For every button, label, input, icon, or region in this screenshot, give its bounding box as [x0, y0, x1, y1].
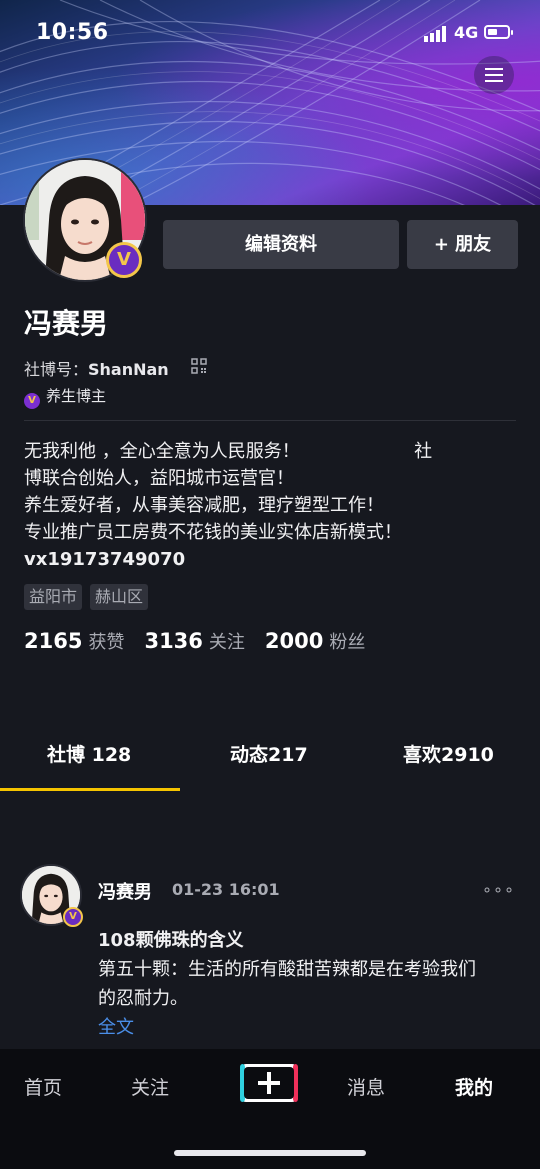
bio-line: 专业推广员工房费不花钱的美业实体店新模式！	[24, 522, 402, 543]
full-text-link[interactable]: 全文	[98, 1013, 528, 1042]
likes-label: 获赞	[88, 632, 125, 653]
bio-line-contact: vx19173749070	[24, 549, 186, 570]
post-timestamp: 01-23 16:01	[172, 880, 280, 899]
status-bar: 10:56 4G	[0, 0, 540, 66]
followers-count[interactable]: 2000	[265, 629, 323, 653]
post-author-name[interactable]: 冯赛男	[98, 878, 152, 904]
verified-v-badge: V	[106, 242, 142, 278]
tab-posts[interactable]: 社博 128	[47, 740, 131, 767]
hamburger-icon	[485, 68, 503, 70]
profile-stats: 2165 获赞 3136 关注 2000 粉丝	[24, 628, 385, 654]
nav-home[interactable]: 首页	[24, 1073, 62, 1100]
menu-button[interactable]	[474, 56, 514, 94]
post-verified-badge: V	[63, 907, 83, 927]
post-more-button[interactable]: ∘∘∘	[482, 880, 515, 899]
home-indicator	[174, 1150, 366, 1156]
add-friend-button[interactable]: + 朋友	[407, 220, 518, 269]
verified-v-icon: V	[24, 393, 40, 409]
profile-id-row: 社博号：ShanNan	[24, 356, 169, 380]
following-label: 关注	[208, 632, 245, 653]
nav-messages[interactable]: 消息	[347, 1073, 385, 1100]
post-title: 108颗佛珠的含义	[98, 930, 244, 951]
qr-code-icon[interactable]	[191, 358, 207, 374]
creator-tag: V 养生博主	[24, 385, 106, 409]
edit-profile-button[interactable]: 编辑资料	[163, 220, 399, 269]
battery-icon	[484, 25, 513, 39]
post-content[interactable]: 108颗佛珠的含义 第五十颗：生活的所有酸甜苦辣都是在考验我们 的忍耐力。 全文	[98, 926, 528, 1042]
profile-tabs: 社博 128 动态217 喜欢2910	[0, 740, 540, 770]
bio-line: 养生爱好者，从事美容减肥，理疗塑型工作！	[24, 495, 384, 516]
post-line: 第五十颗：生活的所有酸甜苦辣都是在考验我们	[98, 959, 476, 980]
followers-label: 粉丝	[329, 632, 366, 653]
following-count[interactable]: 3136	[144, 629, 202, 653]
divider	[24, 420, 516, 421]
tab-activity[interactable]: 动态217	[230, 740, 308, 767]
active-tab-indicator	[0, 788, 180, 791]
nav-me[interactable]: 我的	[455, 1073, 493, 1100]
likes-count[interactable]: 2165	[24, 629, 82, 653]
profile-id-label: 社博号：	[24, 360, 89, 379]
profile-bio: 无我利他 ，全心全意为人民服务！ 社 博联合创始人，益阳城市运营官！ 养生爱好者…	[24, 438, 524, 573]
location-tag-district[interactable]: 赫山区	[90, 584, 149, 610]
bio-line: 无我利他 ，全心全意为人民服务！ 社	[24, 441, 433, 462]
profile-id-value[interactable]: ShanNan	[88, 360, 169, 379]
bio-line: 博联合创始人，益阳城市运营官！	[24, 468, 294, 489]
tab-likes[interactable]: 喜欢2910	[403, 740, 494, 767]
network-type: 4G	[454, 23, 479, 42]
signal-icon	[424, 26, 446, 42]
nav-following[interactable]: 关注	[131, 1073, 169, 1100]
creator-tag-label: 养生博主	[46, 387, 107, 405]
create-post-button[interactable]	[239, 1063, 299, 1103]
profile-name: 冯赛男	[24, 307, 109, 340]
status-time: 10:56	[36, 20, 109, 45]
location-tag-city[interactable]: 益阳市	[24, 584, 83, 610]
post-line: 的忍耐力。	[98, 988, 188, 1009]
